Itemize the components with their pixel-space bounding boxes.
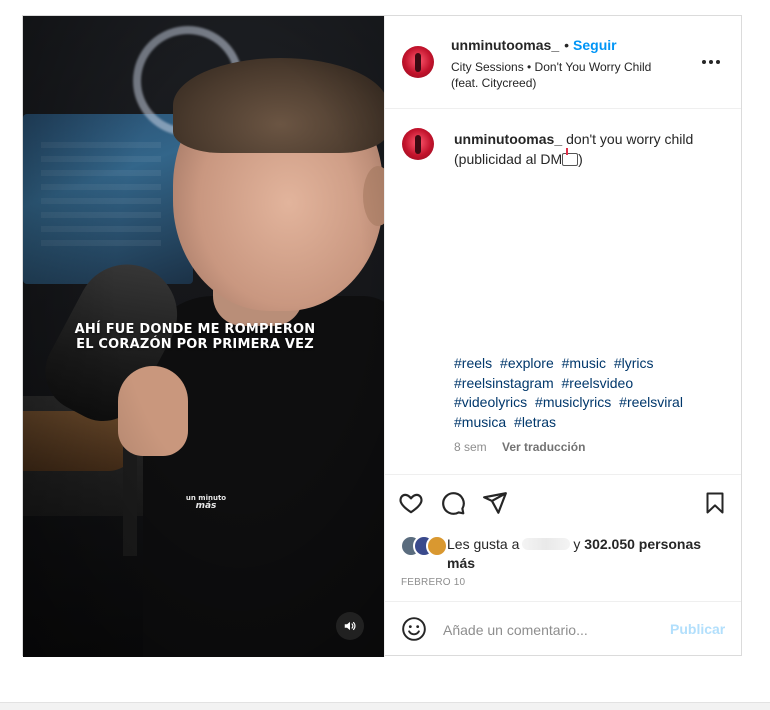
heart-icon	[399, 493, 423, 514]
post-caption: unminutoomas_ don't you worry child (publ…	[454, 131, 694, 167]
channel-watermark: un minuto más	[185, 494, 227, 511]
like-button[interactable]	[397, 489, 425, 517]
mute-toggle-button[interactable]	[336, 612, 364, 640]
hashtag[interactable]: #reelsviral	[619, 394, 683, 410]
post-side-panel: unminutoomas_ • Seguir City Sessions • Don…	[384, 16, 741, 657]
add-comment-bar: Publicar	[385, 601, 741, 657]
lyric-line-1: AHÍ FUE DONDE ME ROMPIERON	[74, 322, 316, 337]
emoji-picker-button[interactable]	[401, 616, 429, 644]
page-bottom-divider	[0, 702, 770, 710]
likes-summary: Les gusta ay 302.050 personas más	[400, 533, 732, 573]
caption-meta: 8 sem Ver traducción	[454, 440, 585, 454]
author-line: unminutoomas_ • Seguir	[451, 37, 617, 53]
caption-avatar[interactable]	[402, 128, 434, 160]
hashtag[interactable]: #music	[562, 355, 606, 371]
audio-track-link[interactable]: City Sessions • Don't You Worry Child (f…	[451, 59, 681, 91]
hashtag[interactable]: #letras	[514, 414, 556, 430]
post-header: unminutoomas_ • Seguir City Sessions • Don…	[385, 16, 741, 109]
publish-button[interactable]: Publicar	[670, 621, 725, 637]
post-date[interactable]: FEBRERO 10	[401, 577, 465, 588]
more-horizontal-icon	[702, 60, 706, 64]
author-username[interactable]: unminutoomas_	[451, 37, 559, 53]
separator-dot: •	[564, 37, 570, 53]
mailbox-icon	[562, 148, 579, 166]
hashtag[interactable]: #reelsinstagram	[454, 375, 554, 391]
speaker-icon	[344, 621, 356, 631]
hashtag[interactable]: #lyrics	[614, 355, 654, 371]
redacted-liker-name	[522, 538, 571, 550]
reel-video[interactable]: AHÍ FUE DONDE ME ROMPIERON EL CORAZÓN PO…	[23, 16, 384, 657]
lyric-line-2: EL CORAZÓN POR PRIMERA VEZ	[76, 337, 314, 352]
avatar[interactable]	[426, 535, 448, 557]
instagram-post: AHÍ FUE DONDE ME ROMPIERON EL CORAZÓN PO…	[22, 15, 742, 657]
lyric-subtitle: AHÍ FUE DONDE ME ROMPIERON EL CORAZÓN PO…	[23, 322, 367, 352]
caption-username[interactable]: unminutoomas_	[454, 131, 562, 147]
comments-section[interactable]: unminutoomas_ don't you worry child (publ…	[385, 110, 741, 474]
emoji-smile-icon	[402, 617, 426, 641]
likes-text[interactable]: Les gusta ay 302.050 personas más	[447, 535, 737, 573]
bookmark-icon	[706, 492, 724, 514]
avatar[interactable]	[402, 46, 434, 78]
likes-count[interactable]: 302.050 personas	[584, 536, 701, 552]
hashtag-list: #reels #explore #music #lyrics #reelsins…	[454, 354, 729, 432]
save-button[interactable]	[701, 489, 729, 517]
hashtag[interactable]: #reelsvideo	[562, 375, 634, 391]
hashtag[interactable]: #explore	[500, 355, 554, 371]
comment-button[interactable]	[439, 489, 467, 517]
more-options-button[interactable]	[699, 54, 723, 70]
translate-link[interactable]: Ver traducción	[502, 440, 585, 454]
comment-icon	[442, 492, 465, 515]
hashtag[interactable]: #videolyrics	[454, 394, 527, 410]
comment-input[interactable]	[443, 616, 653, 644]
post-age: 8 sem	[454, 440, 487, 454]
hashtag[interactable]: #reels	[454, 355, 492, 371]
post-actions: Les gusta ay 302.050 personas más FEBRER…	[385, 474, 741, 601]
hashtag[interactable]: #musiclyrics	[535, 394, 611, 410]
share-button[interactable]	[481, 489, 509, 517]
send-icon	[483, 492, 507, 514]
follow-button[interactable]: Seguir	[573, 37, 617, 53]
hashtag[interactable]: #musica	[454, 414, 506, 430]
action-icons	[397, 485, 729, 521]
